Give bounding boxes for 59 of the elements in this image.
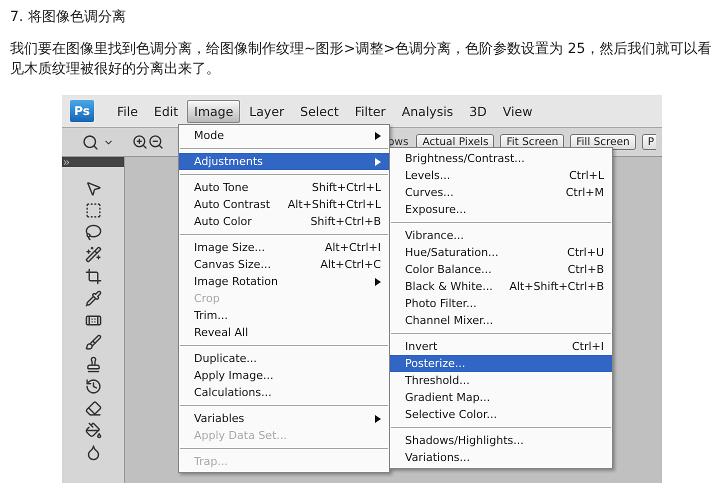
menu-item[interactable]: Adjustments [179,153,389,170]
menu-item[interactable]: Gradient Map... [390,389,612,406]
stamp-tool-icon[interactable] [84,356,102,373]
menu-item[interactable]: Hue/Saturation... Ctrl+U [390,244,612,261]
menu-item[interactable]: Canvas Size... Alt+Ctrl+C [179,256,389,273]
menu-title[interactable]: Image [187,100,240,122]
menu-item[interactable]: Auto Tone Shift+Ctrl+L [179,179,389,196]
menu-item[interactable]: Trim... [179,307,389,324]
move-tool-icon[interactable] [84,180,102,197]
magic-wand-icon[interactable] [84,246,102,263]
paragraph: 我们要在图像里找到色调分离，给图像制作纹理~图形>调整>色调分离，色阶参数设置为 25，然后我们就可以看见木质纹理被很好的分离出来了。 [10,40,712,79]
menu-item[interactable]: Image Size... Alt+Ctrl+I [179,239,389,256]
app-logo: Ps [70,100,94,122]
step-heading: 7. 将图像色调分离 [10,8,127,26]
menu-item[interactable]: Black & White... Alt+Shift+Ctrl+B [390,278,612,295]
paint-bucket-icon[interactable] [84,422,102,439]
menu-item[interactable]: Posterize... [390,355,612,372]
menu-item[interactable]: Variables [179,410,389,427]
menu-item[interactable]: Calculations... [179,384,389,401]
menu-title[interactable]: Filter [348,100,393,122]
eraser-tool-icon[interactable] [84,400,102,417]
menu-item[interactable]: Color Balance... Ctrl+B [390,261,612,278]
menu-item[interactable]: Image Rotation [179,273,389,290]
menu-title[interactable]: 3D [462,100,494,122]
lasso-tool-icon[interactable] [84,224,102,241]
menu-item[interactable]: Reveal All [179,324,389,341]
history-brush-icon[interactable] [84,378,102,395]
menu-item[interactable]: Exposure... [390,201,612,218]
menu-item[interactable]: Curves... Ctrl+M [390,184,612,201]
menu-title[interactable]: Select [293,100,346,122]
menu-item[interactable]: Variations... [390,449,612,466]
zoom-tool-icon[interactable] [82,134,99,150]
menu-item[interactable]: Duplicate... [179,350,389,367]
marquee-tool-icon[interactable] [84,202,102,219]
brush-tool-icon[interactable] [84,334,102,351]
eyedropper-icon[interactable] [84,290,102,307]
menu-item[interactable]: Photo Filter... [390,295,612,312]
menu-item[interactable]: Threshold... [390,372,612,389]
menu-item[interactable]: Auto Contrast Alt+Shift+Ctrl+L [179,196,389,213]
menu-item[interactable]: Levels... Ctrl+L [390,167,612,184]
view-button[interactable]: P [642,134,656,150]
menu-item[interactable]: Apply Image... [179,367,389,384]
menu-title[interactable]: Layer [242,100,292,122]
menu-item[interactable]: Channel Mixer... [390,312,612,329]
menu-item[interactable]: Vibrance... [390,227,612,244]
menu-title[interactable]: View [496,100,540,122]
menu-item[interactable]: Brightness/Contrast... [390,150,612,167]
menu-title[interactable]: Analysis [394,100,460,122]
menu-item[interactable]: Selective Color... [390,406,612,423]
zoom-out-icon[interactable] [148,134,164,150]
expand-icon[interactable] [62,158,71,166]
menu-item[interactable]: Invert Ctrl+I [390,338,612,355]
menu-title[interactable]: Edit [146,100,186,122]
menu-title[interactable]: File [110,100,145,122]
menu-item[interactable]: Auto Color Shift+Ctrl+B [179,213,389,230]
zoom-in-icon[interactable] [132,134,148,150]
crop-tool-icon[interactable] [84,268,102,285]
menu-item[interactable]: Mode [179,127,389,144]
menu-item[interactable]: Shadows/Highlights... [390,432,612,449]
